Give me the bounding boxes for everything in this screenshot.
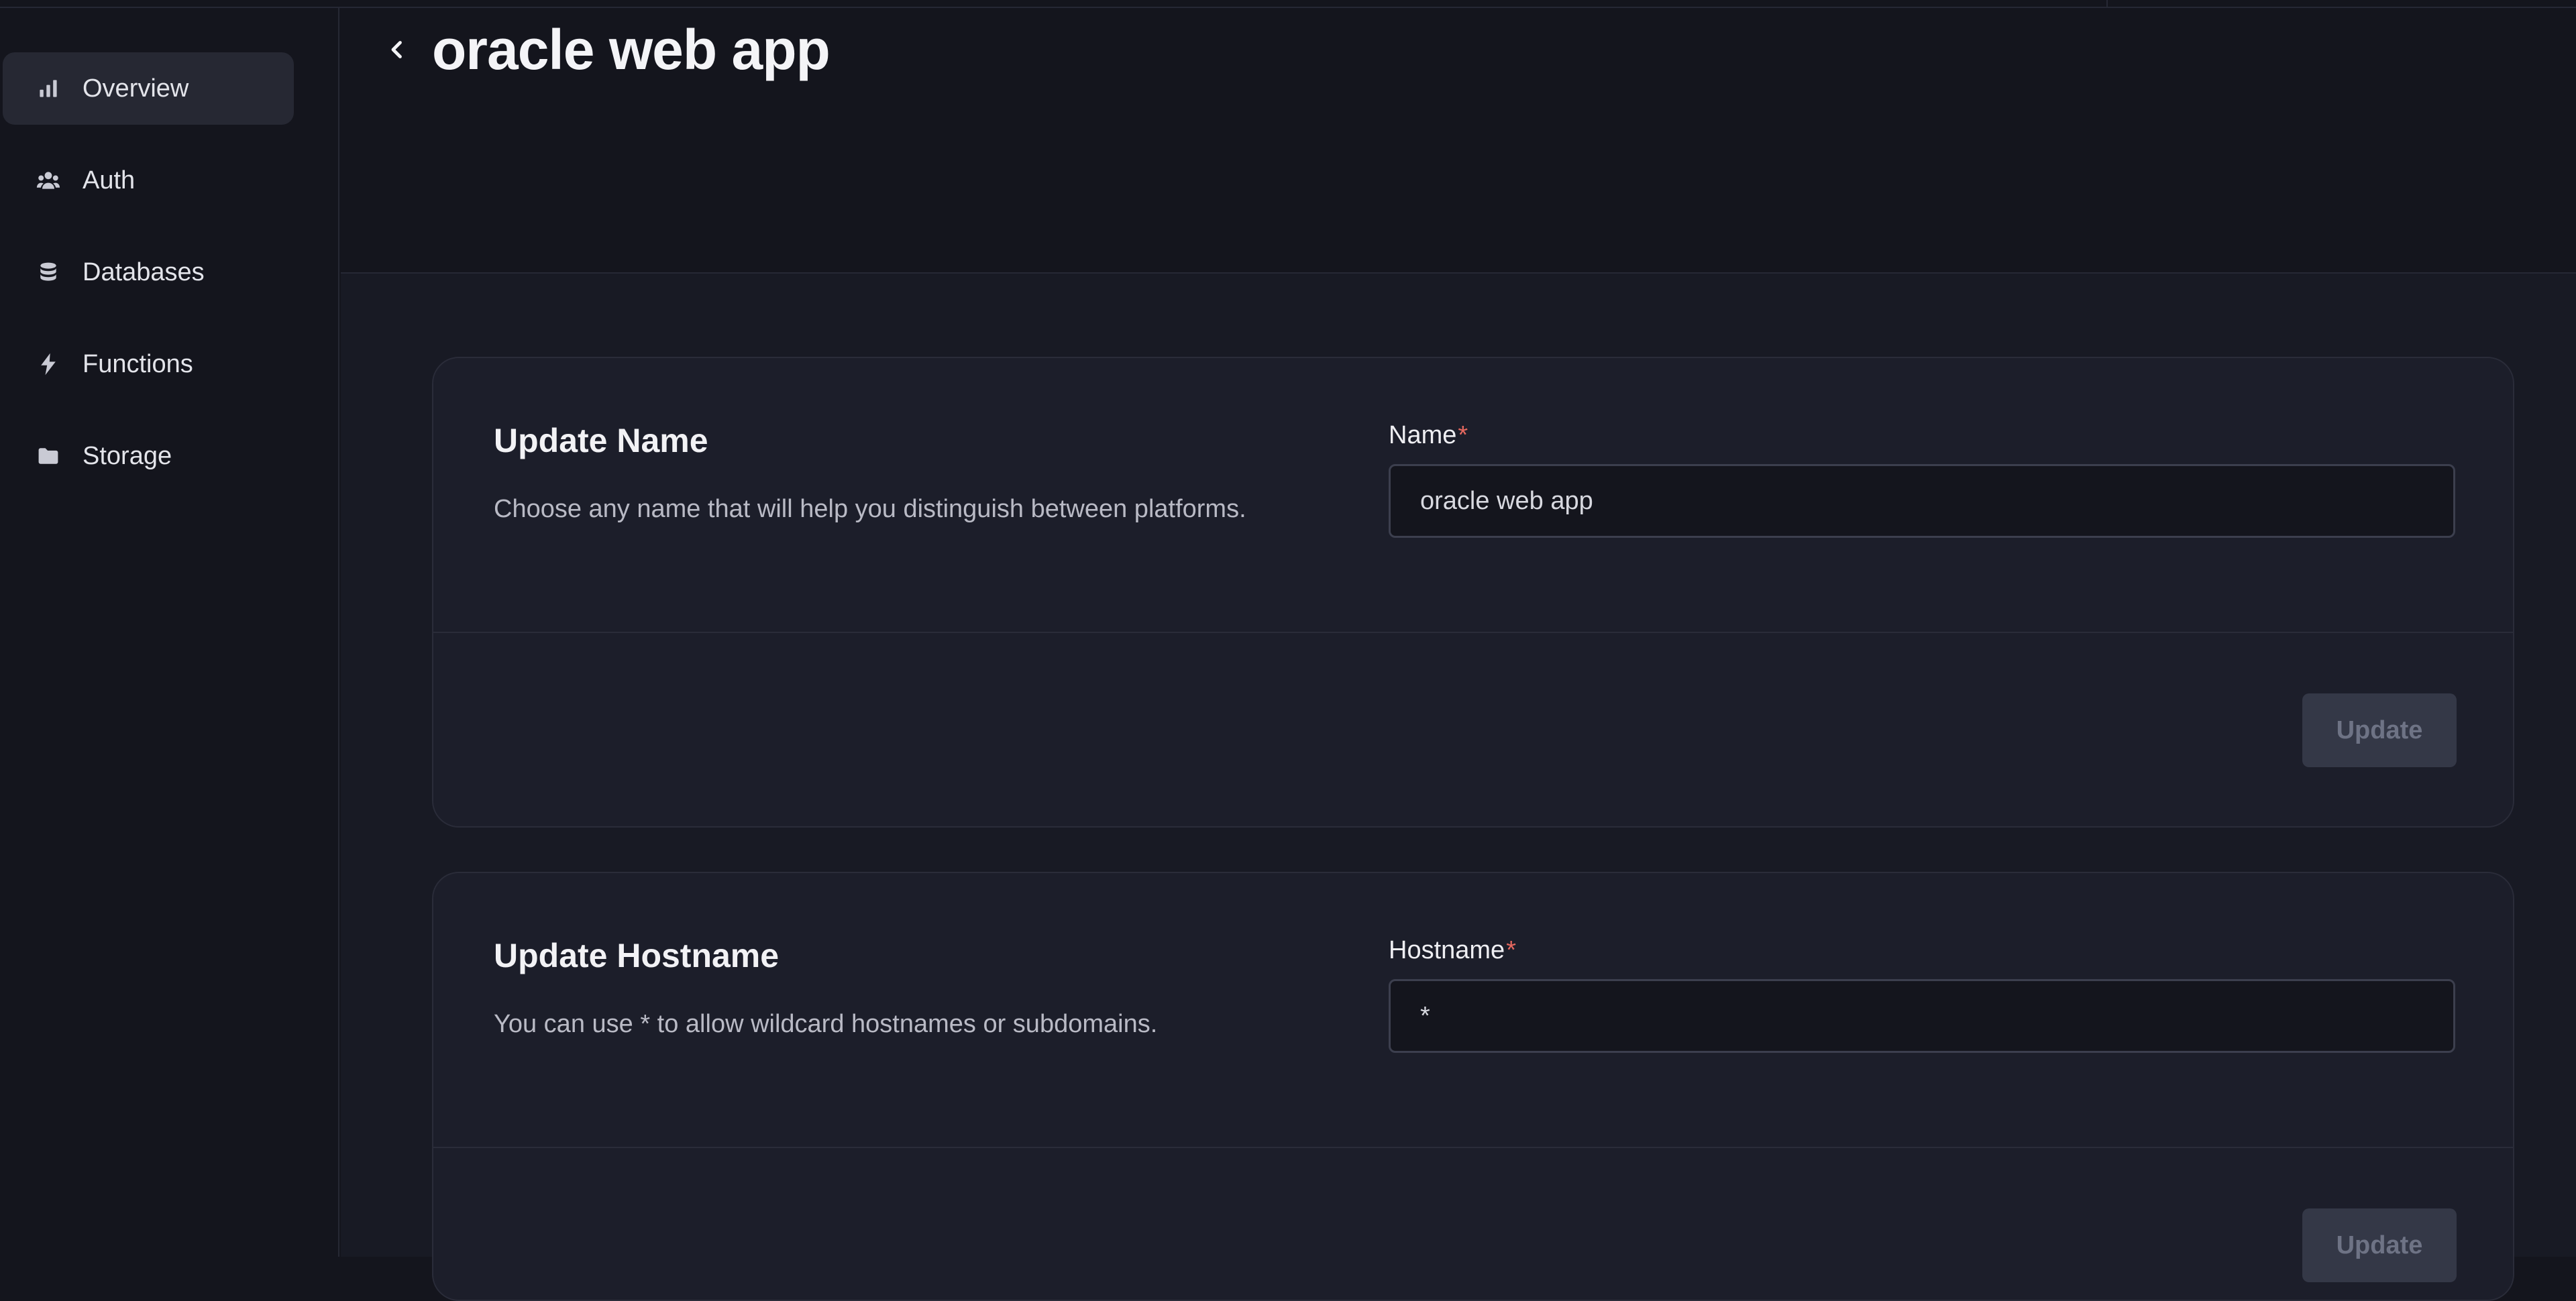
card-title: Update Hostname (494, 937, 780, 974)
name-label-text: Name (1389, 421, 1457, 449)
hostname-field-label: Hostname* (1389, 936, 1516, 965)
sidebar-item-label: Auth (83, 166, 136, 194)
card-body: Update Name Choose any name that will he… (433, 358, 2513, 633)
sidebar-item-label: Functions (83, 349, 193, 378)
lightning-icon (35, 351, 62, 378)
sidebar-item-storage[interactable]: Storage (3, 420, 294, 492)
sidebar-item-auth[interactable]: Auth (3, 144, 294, 217)
required-mark: * (1458, 421, 1468, 449)
required-mark: * (1506, 936, 1516, 964)
bar-chart-icon (35, 75, 62, 102)
sidebar-item-databases[interactable]: Databases (3, 236, 294, 308)
update-hostname-button[interactable]: Update (2302, 1208, 2457, 1282)
card-body: Update Hostname You can use * to allow w… (433, 873, 2513, 1148)
back-button[interactable] (382, 35, 412, 64)
card-title: Update Name (494, 422, 708, 459)
sidebar: Overview Auth Databases Functions Storag… (0, 8, 339, 1257)
folder-icon (35, 443, 62, 469)
name-field-label: Name* (1389, 421, 1468, 450)
card-description: You can use * to allow wildcard hostname… (494, 1010, 1158, 1038)
sidebar-item-overview[interactable]: Overview (3, 52, 294, 125)
sidebar-item-functions[interactable]: Functions (3, 328, 294, 400)
top-border (0, 0, 2576, 8)
update-hostname-card: Update Hostname You can use * to allow w… (432, 872, 2514, 1301)
chevron-left-icon (391, 41, 402, 58)
top-divider (2106, 0, 2108, 8)
sidebar-item-label: Overview (83, 74, 189, 103)
sidebar-item-label: Storage (83, 441, 172, 470)
database-icon (35, 259, 62, 286)
card-description: Choose any name that will help you disti… (494, 495, 1246, 523)
main-content: oracle web app Update Name Choose any na… (341, 8, 2576, 1301)
page-header: oracle web app (341, 8, 2576, 274)
users-icon (35, 167, 62, 194)
page-title: oracle web app (432, 18, 830, 81)
name-input[interactable] (1389, 464, 2455, 538)
hostname-input[interactable] (1389, 979, 2455, 1053)
sidebar-item-label: Databases (83, 258, 205, 286)
update-name-card: Update Name Choose any name that will he… (432, 357, 2514, 828)
hostname-label-text: Hostname (1389, 936, 1505, 964)
update-name-button[interactable]: Update (2302, 693, 2457, 767)
